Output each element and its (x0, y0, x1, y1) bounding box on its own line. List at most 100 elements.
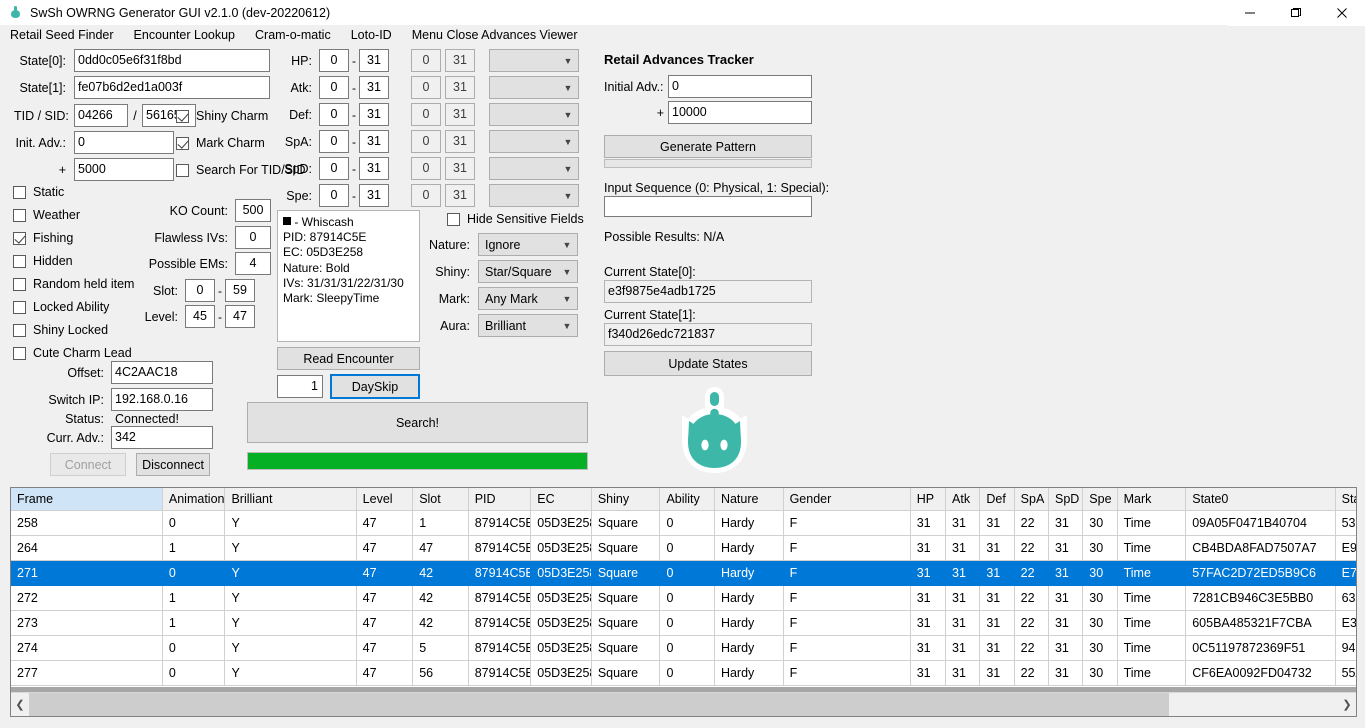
col-header-ec[interactable]: EC (530, 488, 592, 511)
iv-spd-dmin-input[interactable]: 0 (411, 157, 441, 180)
level-min-input[interactable]: 45 (185, 305, 215, 328)
iv-spa-min-input[interactable]: 0 (319, 130, 349, 153)
search-button[interactable]: Search! (247, 402, 588, 443)
col-header-state0[interactable]: State0 (1185, 488, 1336, 511)
read-encounter-button[interactable]: Read Encounter (277, 347, 420, 370)
weather-checkbox[interactable]: Weather (13, 208, 80, 222)
col-header-state1[interactable]: State1 (1335, 488, 1356, 511)
iv-spa-max-input[interactable]: 31 (359, 130, 389, 153)
shiny-locked-box[interactable] (13, 323, 26, 337)
iv-atk-max-input[interactable]: 31 (359, 76, 389, 99)
col-header-nature[interactable]: Nature (714, 488, 784, 511)
shiny-locked-checkbox[interactable]: Shiny Locked (13, 323, 108, 337)
scrollbar-thumb[interactable] (29, 693, 1169, 716)
iv-hp-max-input[interactable]: 31 (359, 49, 389, 72)
col-header-gender[interactable]: Gender (783, 488, 911, 511)
horizontal-scrollbar[interactable]: ❮ ❯ (11, 692, 1356, 716)
hide-sensitive-fields-checkbox[interactable]: Hide Sensitive Fields (447, 212, 584, 226)
input-sequence-input[interactable] (604, 196, 812, 217)
close-icon[interactable] (1319, 0, 1365, 26)
adv-plus-input[interactable]: 5000 (74, 158, 174, 181)
search-tid-sid-box[interactable] (176, 163, 189, 177)
locked-ability-checkbox[interactable]: Locked Ability (13, 300, 109, 314)
dayskip-count-input[interactable]: 1 (277, 375, 323, 398)
current-state1-input[interactable]: f340d26edc721837 (604, 323, 812, 346)
iv-atk-combo[interactable]: ▼ (489, 76, 579, 99)
table-row[interactable]: 273 1 Y 47 42 87914C5E 05D3E258 Square 0… (11, 610, 1356, 636)
cute-charm-lead-checkbox[interactable]: Cute Charm Lead (13, 346, 132, 360)
iv-def-min-input[interactable]: 0 (319, 103, 349, 126)
iv-spe-max-input[interactable]: 31 (359, 184, 389, 207)
iv-atk-min-input[interactable]: 0 (319, 76, 349, 99)
col-header-brilliant[interactable]: Brilliant (224, 488, 357, 511)
iv-hp-combo[interactable]: ▼ (489, 49, 579, 72)
iv-spa-combo[interactable]: ▼ (489, 130, 579, 153)
cute-charm-lead-box[interactable] (13, 346, 26, 360)
menu-item-loto-id[interactable]: Loto-ID (341, 26, 402, 45)
update-states-button[interactable]: Update States (604, 351, 812, 376)
col-header-frame[interactable]: Frame (11, 488, 163, 511)
initial-adv-input[interactable]: 0 (668, 75, 812, 98)
shiny-charm-box[interactable] (176, 109, 189, 123)
iv-spd-combo[interactable]: ▼ (489, 157, 579, 180)
hidden-box[interactable] (13, 254, 26, 268)
ko-count-input[interactable]: 500 (235, 199, 271, 222)
table-row[interactable]: 272 1 Y 47 42 87914C5E 05D3E258 Square 0… (11, 585, 1356, 611)
disconnect-button[interactable]: Disconnect (136, 453, 210, 476)
current-state0-input[interactable]: e3f9875e4adb1725 (604, 280, 812, 303)
generate-pattern-button[interactable]: Generate Pattern (604, 135, 812, 158)
iv-spe-dmax-input[interactable]: 31 (445, 184, 475, 207)
col-header-spd[interactable]: SpD (1048, 488, 1084, 511)
static-checkbox[interactable]: Static (13, 185, 64, 199)
iv-spa-dmax-input[interactable]: 31 (445, 130, 475, 153)
col-header-atk[interactable]: Atk (945, 488, 981, 511)
chevron-right-icon[interactable]: ❯ (1338, 693, 1356, 716)
curr-adv-input[interactable]: 342 (111, 426, 213, 449)
level-max-input[interactable]: 47 (225, 305, 255, 328)
scrollbar-track[interactable] (29, 693, 1338, 716)
menu-item-encounter-lookup[interactable]: Encounter Lookup (124, 26, 245, 45)
menu-item-menu-close-advances-viewer[interactable]: Menu Close Advances Viewer (402, 26, 588, 45)
col-header-mark[interactable]: Mark (1117, 488, 1187, 511)
iv-def-dmin-input[interactable]: 0 (411, 103, 441, 126)
col-header-spe[interactable]: Spe (1082, 488, 1118, 511)
maximize-icon[interactable] (1273, 0, 1319, 26)
fishing-box[interactable] (13, 231, 26, 245)
state0-input[interactable]: 0dd0c05e6f31f8bd (74, 49, 270, 72)
init-adv-input[interactable]: 0 (74, 131, 174, 154)
iv-spd-max-input[interactable]: 31 (359, 157, 389, 180)
switch-ip-input[interactable]: 192.168.0.16 (111, 388, 213, 411)
iv-hp-dmin-input[interactable]: 0 (411, 49, 441, 72)
iv-hp-dmax-input[interactable]: 31 (445, 49, 475, 72)
iv-spe-combo[interactable]: ▼ (489, 184, 579, 207)
dayskip-button[interactable]: DaySkip (330, 374, 420, 399)
results-grid[interactable]: Frame Animation Brilliant Level Slot PID… (10, 487, 1357, 717)
col-header-shiny[interactable]: Shiny (591, 488, 661, 511)
locked-ability-box[interactable] (13, 300, 26, 314)
minimize-icon[interactable] (1227, 0, 1273, 26)
mark-filter-combo[interactable]: Any Mark ▼ (478, 287, 578, 310)
table-row[interactable]: 264 1 Y 47 47 87914C5E 05D3E258 Square 0… (11, 535, 1356, 561)
iv-def-combo[interactable]: ▼ (489, 103, 579, 126)
iv-def-max-input[interactable]: 31 (359, 103, 389, 126)
col-header-hp[interactable]: HP (910, 488, 947, 511)
col-header-pid[interactable]: PID (468, 488, 532, 511)
iv-spd-dmax-input[interactable]: 31 (445, 157, 475, 180)
slot-max-input[interactable]: 59 (225, 279, 255, 302)
iv-atk-dmax-input[interactable]: 31 (445, 76, 475, 99)
fishing-checkbox[interactable]: Fishing (13, 231, 73, 245)
hide-sensitive-fields-box[interactable] (447, 212, 460, 226)
aura-filter-combo[interactable]: Brilliant ▼ (478, 314, 578, 337)
tracker-plus-input[interactable]: 10000 (668, 101, 812, 124)
iv-def-dmax-input[interactable]: 31 (445, 103, 475, 126)
nature-filter-combo[interactable]: Ignore ▼ (478, 233, 578, 256)
col-header-spa[interactable]: SpA (1014, 488, 1049, 511)
table-row[interactable]: 271 0 Y 47 42 87914C5E 05D3E258 Square 0… (11, 560, 1356, 586)
menu-item-retail-seed-finder[interactable]: Retail Seed Finder (0, 26, 124, 45)
table-row[interactable]: 258 0 Y 47 1 87914C5E 05D3E258 Square 0 … (11, 510, 1356, 536)
table-row[interactable]: 274 0 Y 47 5 87914C5E 05D3E258 Square 0 … (11, 635, 1356, 661)
mark-charm-checkbox[interactable]: Mark Charm (176, 136, 265, 150)
table-row[interactable]: 277 0 Y 47 56 87914C5E 05D3E258 Square 0… (11, 660, 1356, 686)
shiny-filter-combo[interactable]: Star/Square ▼ (478, 260, 578, 283)
col-header-animation[interactable]: Animation (162, 488, 226, 511)
